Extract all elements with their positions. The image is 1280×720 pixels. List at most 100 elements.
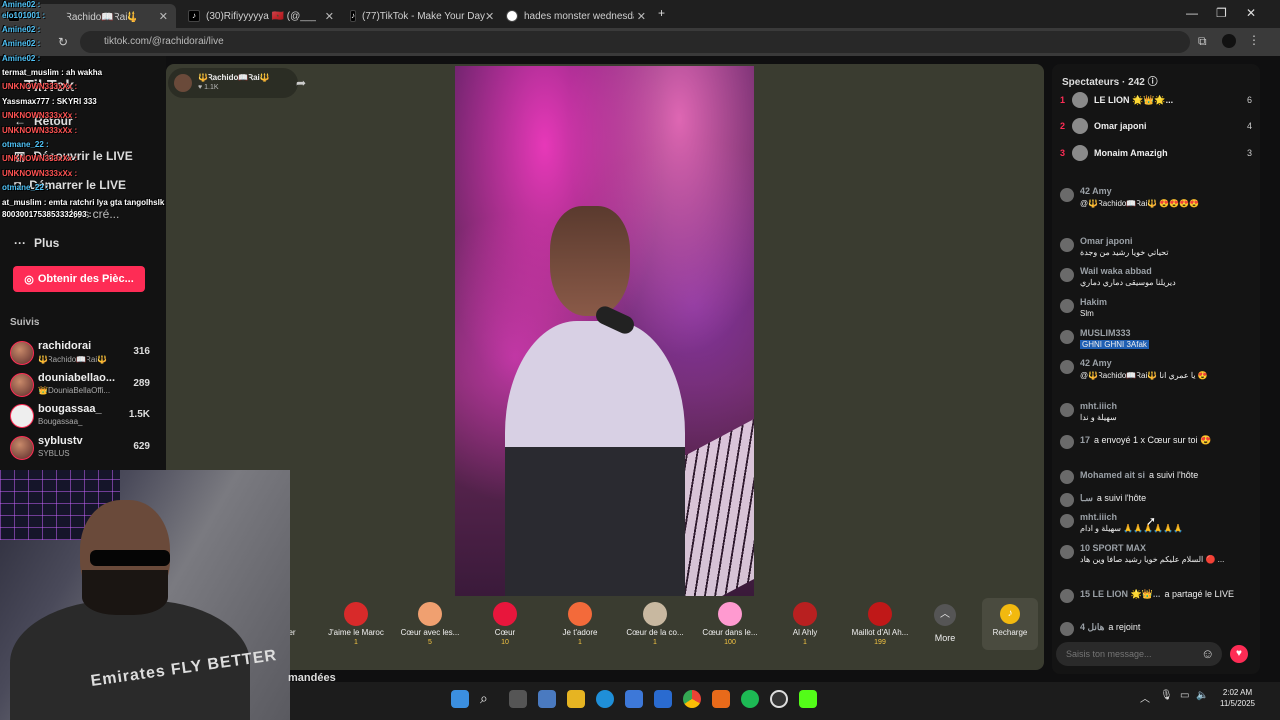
windows-start-icon[interactable] [451,690,469,708]
profile-avatar[interactable] [1222,34,1236,48]
close-tab-icon[interactable]: ✕ [159,10,168,23]
search-icon[interactable]: ⌕ [480,690,498,708]
tab-title: hades monster wednesday - Re [524,10,634,22]
chat-user: 42 Amy [1080,186,1112,196]
info-icon[interactable]: ⓘ [1148,77,1158,88]
gift-item[interactable]: Cœur de la co... 1 [617,600,693,646]
chat-message[interactable]: 42 Amy @🔱Ꝛachido📖Ꝛai🔱 😍😍😍😍 [1058,186,1254,212]
obs-icon[interactable] [770,690,788,708]
avatar [1060,545,1074,559]
chat-message[interactable]: MUSLIM333 GHNI GHNI 3Afak [1058,328,1254,354]
tab-tiktok[interactable]: ♪ (77)TikTok - Make Your Day ✕ [342,4,496,28]
close-tab-icon[interactable]: ✕ [637,10,646,23]
avatar [10,341,34,365]
host-info[interactable]: 🔱Ꝛachido📖Ꝛai🔱 ♥ 1.1K [168,68,298,98]
gift-item[interactable]: Cœur 10 [467,600,543,646]
file-explorer-icon[interactable] [567,690,585,708]
share-icon[interactable]: ➦ [296,76,306,90]
spotify-icon[interactable] [741,690,759,708]
recharge-button[interactable]: ♪ Recharge [982,598,1038,650]
chat-user: 10 SPORT MAX [1080,543,1147,553]
gift-icon [344,602,368,626]
avatar [1060,238,1074,252]
followed-account[interactable]: bougassaa_ Bougassaa_ 1.5K [8,401,158,431]
overlay-chat-line: otmane_22 : [2,183,49,192]
chrome-icon[interactable] [683,690,701,708]
chat-text: Slm [1080,309,1094,318]
top-viewer[interactable]: 3 Monaim Amazigh 3 [1060,143,1252,165]
store-icon[interactable] [625,690,643,708]
top-viewer[interactable]: 1 LE LION 🌟👑🌟... 6 [1060,90,1252,112]
gift-icon [643,602,667,626]
chat-text: a partagé le LIVE [1164,589,1234,599]
extensions-icon[interactable]: ⧉ [1198,34,1207,49]
chat-message[interactable]: Wail waka abbad ديريلنا موسيقى دماري دمار… [1058,266,1254,292]
gift-label: Cœur dans le... [702,628,758,637]
chat-message[interactable]: 10 SPORT MAX السلام عليكم خويا رشيد صافا … [1058,543,1254,569]
gift-item[interactable]: Al Ahly 1 [767,600,843,646]
minimize-icon[interactable]: — [1186,6,1198,20]
tray-chevron-icon[interactable]: ︿ [1140,690,1150,705]
chat-message[interactable]: 17 a envoyé 1 x Cœur sur toi 😍 [1058,433,1254,459]
gift-item[interactable]: J'aime le Maroc 1 [318,600,394,646]
new-tab-icon[interactable]: + [658,6,665,20]
chat-text: a envoyé 1 x Cœur sur toi 😍 [1094,435,1212,445]
sunglasses-shape [90,550,170,566]
task-view-icon[interactable] [509,690,527,708]
overlay-chat-line: Yassmax777 : SKYRI 333 [2,97,97,106]
avatar [1060,188,1074,202]
followed-account[interactable]: syblustv SYBLUS 629 [8,433,158,463]
spectator-count: 242 [1128,77,1145,88]
chevron-up-icon: ︿ [934,604,956,626]
chat-message-input[interactable] [1056,642,1222,666]
chat-message[interactable]: mht.iiich سهيلة و ندا [1058,401,1254,427]
chat-message[interactable]: 15 LE LION 🌟👑... a partagé le LIVE [1058,587,1254,613]
taskbar-clock[interactable]: 2:02 AM 11/5/2025 [1220,687,1255,709]
gift-item[interactable]: Cœur avec les... 5 [392,600,468,646]
emoji-icon[interactable]: ☺ [1201,646,1214,661]
avatar [1060,299,1074,313]
tab-rifiyya[interactable]: ♪ (30)Rifiyyyyya 🇲🇦 (@___r.ajaee ✕ [180,4,342,28]
followed-account[interactable]: douniabellao... 👑DouniaBellaOffi... 289 [8,370,158,400]
app-a-icon[interactable] [712,690,730,708]
get-coins-button[interactable]: ◎ Obtenir des Pièc... [13,266,145,292]
live-video[interactable] [455,66,754,596]
top-viewer[interactable]: 2 Omar japoni 4 [1060,116,1252,138]
close-window-icon[interactable]: ✕ [1246,6,1256,20]
nav-more[interactable]: ··· Plus [14,236,59,250]
gift-item[interactable]: Maillot d'Al Ah... 199 [842,600,918,646]
more-gifts-button[interactable]: ︿ More [930,604,960,643]
edge-icon[interactable] [596,690,614,708]
chat-message[interactable]: Omar japoni تحياتي خويا رشيد من وجدة [1058,236,1254,262]
maximize-icon[interactable]: ❐ [1216,6,1227,20]
menu-icon[interactable]: ⋮ [1248,33,1260,47]
gift-item[interactable]: Cœur dans le... 100 [692,600,768,646]
chat-message[interactable]: Hakim Slm [1058,297,1254,323]
tab-hades[interactable]: hades monster wednesday - Re ✕ [498,4,654,28]
overlay-chat-line: 8003001753853332693 : [2,210,92,219]
close-tab-icon[interactable]: ✕ [325,10,334,23]
network-icon[interactable]: ▭ [1180,690,1189,701]
gift-icon [418,602,442,626]
followed-account[interactable]: rachidorai 🔱Ꝛachido📖Ꝛai🔱 316 [8,338,158,368]
close-tab-icon[interactable]: ✕ [485,10,494,23]
like-heart-button[interactable]: ♥ [1230,645,1248,663]
gift-price: 100 [724,639,736,646]
avatar [1060,514,1074,528]
gift-item[interactable]: Je t'adore 1 [542,600,618,646]
chat-message[interactable]: 42 Amy @🔱Ꝛachido📖Ꝛai🔱 يا عمري انا 😍 [1058,358,1254,384]
chat-user: Mohamed ait si [1080,470,1146,480]
url-field[interactable]: tiktok.com/@rachidorai/live [80,31,1190,53]
volume-icon[interactable]: 🔈 [1196,690,1208,701]
coin-icon: ♪ [1000,604,1020,624]
mail-icon[interactable] [654,690,672,708]
reload-icon[interactable]: ↻ [58,35,68,49]
chat-event-line: 4 هانل a rejoint [1080,622,1140,633]
settings-icon[interactable] [538,690,556,708]
chat-event-line: 15 LE LION 🌟👑... a partagé le LIVE [1080,589,1234,600]
microphone-icon[interactable]: 🎙 [1160,690,1173,701]
kick-icon[interactable] [799,690,817,708]
coin-icon: ◎ [24,273,34,286]
chat-text: سهيلة و ندا [1080,413,1117,422]
avatar [1060,589,1074,603]
